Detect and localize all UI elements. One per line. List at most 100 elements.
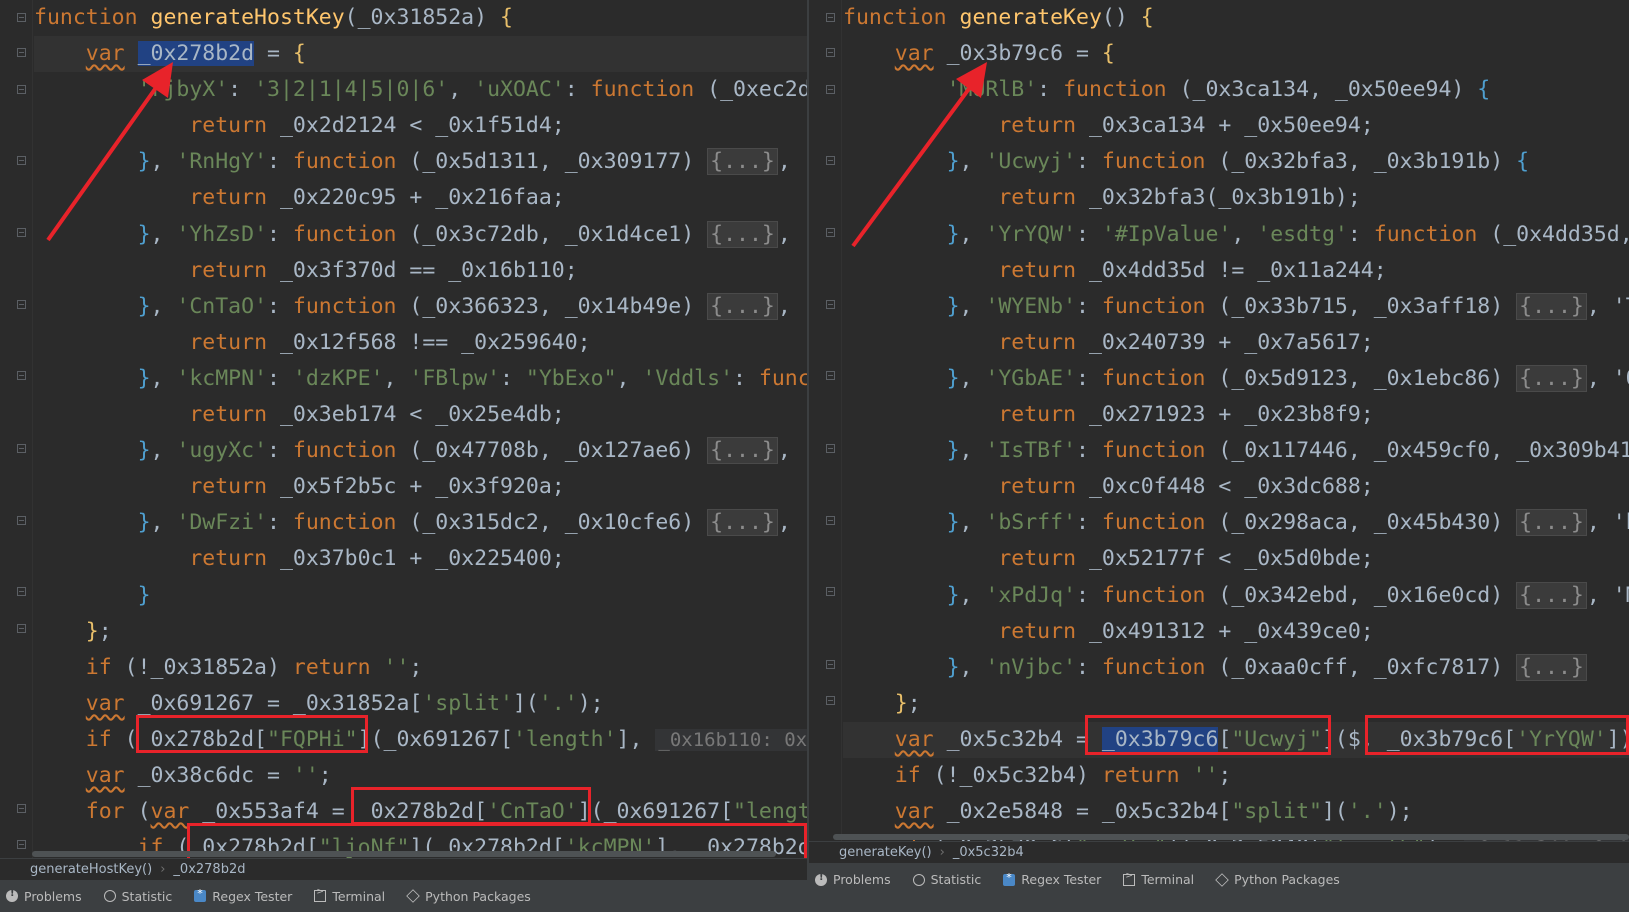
code-token: function	[1101, 438, 1206, 464]
code-editor-right[interactable]: function generateKey() { var _0x3b79c6 =…	[809, 0, 1629, 841]
fold-marker[interactable]	[17, 228, 26, 237]
code-line[interactable]: return _0x3f370d == _0x16b110;	[34, 253, 807, 289]
code-line[interactable]: return _0x271923 + _0x23b8f9;	[843, 397, 1629, 433]
code-line[interactable]: }, 'YhZsD': function (_0x3c72db, _0x1d4c…	[34, 217, 807, 253]
code-token: var	[894, 726, 934, 752]
fold-marker[interactable]	[17, 624, 26, 633]
code-line[interactable]: };	[843, 686, 1629, 722]
fold-marker[interactable]	[17, 85, 26, 94]
horizontal-scrollbar-left[interactable]	[32, 851, 776, 857]
breadcrumb-item[interactable]: _0x5c32b4	[953, 845, 1024, 860]
fold-marker[interactable]	[826, 13, 835, 22]
code-line[interactable]: }, 'YrYQW': '#IpValue', 'esdtg': functio…	[843, 217, 1629, 253]
code-token: return	[998, 329, 1077, 355]
code-line[interactable]: }, 'kcMPN': 'dzKPE', 'FBlpw': "YbExo", '…	[34, 361, 807, 397]
breadcrumb-item[interactable]: generateKey()	[839, 845, 932, 860]
regex-tester-button[interactable]: Regex Tester	[194, 887, 292, 904]
code-line[interactable]: return _0x3ca134 + _0x50ee94;	[843, 108, 1629, 144]
fold-marker[interactable]	[826, 660, 835, 669]
code-line[interactable]: return _0x37b0c1 + _0x225400;	[34, 541, 807, 577]
code-line[interactable]: }, 'WYENb': function (_0x33b715, _0x3aff…	[843, 289, 1629, 325]
fold-marker[interactable]	[826, 48, 835, 57]
fold-marker[interactable]	[17, 840, 26, 849]
fold-marker[interactable]	[17, 156, 26, 165]
python-packages-button[interactable]: Python Packages	[406, 889, 531, 904]
code-line[interactable]: var _0x2e5848 = _0x5c32b4["split"]('.');	[843, 794, 1629, 830]
code-line[interactable]: };	[34, 614, 807, 650]
code-line[interactable]: }, 'Ucwyj': function (_0x32bfa3, _0x3b19…	[843, 144, 1629, 180]
code-line[interactable]: var _0x5c32b4 = _0x3b79c6["Ucwyj"]($, _0…	[843, 721, 1629, 758]
code-line[interactable]: }, 'IsTBf': function (_0x117446, _0x459c…	[843, 433, 1629, 469]
fold-marker[interactable]	[17, 444, 26, 453]
fold-marker[interactable]	[826, 156, 835, 165]
code-line[interactable]: }, 'DwFzi': function (_0x315dc2, _0x10cf…	[34, 505, 807, 541]
problems-button[interactable]: Problems	[815, 872, 891, 887]
code-line[interactable]: }, 'bSrff': function (_0x298aca, _0x45b4…	[843, 505, 1629, 541]
code-line[interactable]: 'MURlB': function (_0x3ca134, _0x50ee94)…	[843, 72, 1629, 108]
code-line[interactable]: if (!_0x5c32b4) return '';	[843, 758, 1629, 794]
code-line[interactable]: }, 'nVjbc': function (_0xaa0cff, _0xfc78…	[843, 650, 1629, 686]
code-token: func	[758, 365, 807, 391]
python-packages-button[interactable]: Python Packages	[1215, 872, 1340, 887]
code-line[interactable]: return _0x4dd35d != _0x11a244;	[843, 253, 1629, 289]
code-line[interactable]: function generateKey() {	[843, 0, 1629, 36]
fold-marker[interactable]	[17, 48, 26, 57]
code-line[interactable]: if (!_0x31852a) return '';	[34, 650, 807, 686]
code-token: 'RnHgY'	[176, 149, 268, 175]
code-line[interactable]: }, 'ugyXc': function (_0x47708b, _0x127a…	[34, 433, 807, 469]
statistic-button[interactable]: Statistic	[103, 889, 172, 904]
code-line[interactable]: function generateHostKey(_0x31852a) {	[34, 0, 807, 36]
breadcrumb-item[interactable]: generateHostKey()	[30, 862, 152, 877]
code-line[interactable]: return _0x491312 + _0x439ce0;	[843, 614, 1629, 650]
fold-marker[interactable]	[17, 516, 26, 525]
fold-marker[interactable]	[826, 85, 835, 94]
code-line[interactable]: }, 'CnTaO': function (_0x366323, _0x14b4…	[34, 289, 807, 325]
code-token: (_0x5d1311, _0x309177)	[396, 149, 708, 175]
code-line[interactable]: return _0x3eb174 < _0x25e4db;	[34, 397, 807, 433]
regex-tester-button[interactable]: Regex Tester	[1003, 871, 1101, 887]
code-line[interactable]: var _0x38c6dc = '';	[34, 758, 807, 794]
fold-marker[interactable]	[17, 804, 26, 813]
code-line[interactable]: }, 'xPdJq': function (_0x342ebd, _0x16e0…	[843, 578, 1629, 614]
code-line[interactable]: }, 'YGbAE': function (_0x5d9123, _0x1ebc…	[843, 361, 1629, 397]
fold-marker[interactable]	[17, 300, 26, 309]
code-line[interactable]: return _0x5f2b5c + _0x3f920a;	[34, 469, 807, 505]
code-line[interactable]: var _0x3b79c6 = {	[843, 36, 1629, 72]
fold-marker[interactable]	[826, 587, 835, 596]
code-line[interactable]: return _0xc0f448 < _0x3dc688;	[843, 469, 1629, 505]
fold-marker[interactable]	[17, 13, 26, 22]
terminal-button[interactable]: Terminal	[314, 887, 385, 904]
fold-marker[interactable]	[826, 371, 835, 380]
code-token: {...}	[707, 220, 778, 248]
code-line[interactable]: if (_0x278b2d["FQPHi"](_0x691267['length…	[34, 722, 807, 758]
fold-marker[interactable]	[826, 516, 835, 525]
code-line[interactable]: return _0x32bfa3(_0x3b191b);	[843, 180, 1629, 216]
fold-marker[interactable]	[826, 228, 835, 237]
code-line[interactable]: for (var _0x553af4 = _0x278b2d['CnTaO'](…	[34, 794, 807, 830]
fold-marker[interactable]	[826, 444, 835, 453]
fold-marker[interactable]	[826, 696, 835, 705]
terminal-button[interactable]: Terminal	[1123, 871, 1194, 887]
fold-marker[interactable]	[826, 300, 835, 309]
problems-button[interactable]: Problems	[6, 888, 82, 904]
code-line[interactable]: }	[34, 578, 807, 614]
code-line[interactable]: return _0x240739 + _0x7a5617;	[843, 325, 1629, 361]
code-token: ;	[907, 690, 921, 716]
fold-marker[interactable]	[17, 371, 26, 380]
code-line[interactable]: return _0x52177f < _0x5d0bde;	[843, 541, 1629, 577]
code-line[interactable]: return _0x2d2124 < _0x1f51d4;	[34, 108, 807, 144]
code-line[interactable]: }, 'RnHgY': function (_0x5d1311, _0x3091…	[34, 144, 807, 180]
horizontal-scrollbar-right[interactable]	[833, 834, 1629, 840]
code-editor-left[interactable]: function generateHostKey(_0x31852a) { va…	[0, 0, 807, 858]
code-line[interactable]: var _0x691267 = _0x31852a['split']('.');	[34, 686, 807, 722]
statistic-button[interactable]: Statistic	[912, 872, 981, 887]
breadcrumb-item[interactable]: _0x278b2d	[173, 862, 245, 877]
code-line[interactable]: var _0x278b2d = {	[34, 36, 807, 73]
code-line[interactable]: return _0x12f568 !== _0x259640;	[34, 325, 807, 361]
code-line[interactable]: 'rjbyX': '3|2|1|4|5|0|6', 'uXOAC': funct…	[34, 72, 807, 108]
fold-marker[interactable]	[17, 587, 26, 596]
code-line[interactable]: return _0x220c95 + _0x216faa;	[34, 180, 807, 216]
